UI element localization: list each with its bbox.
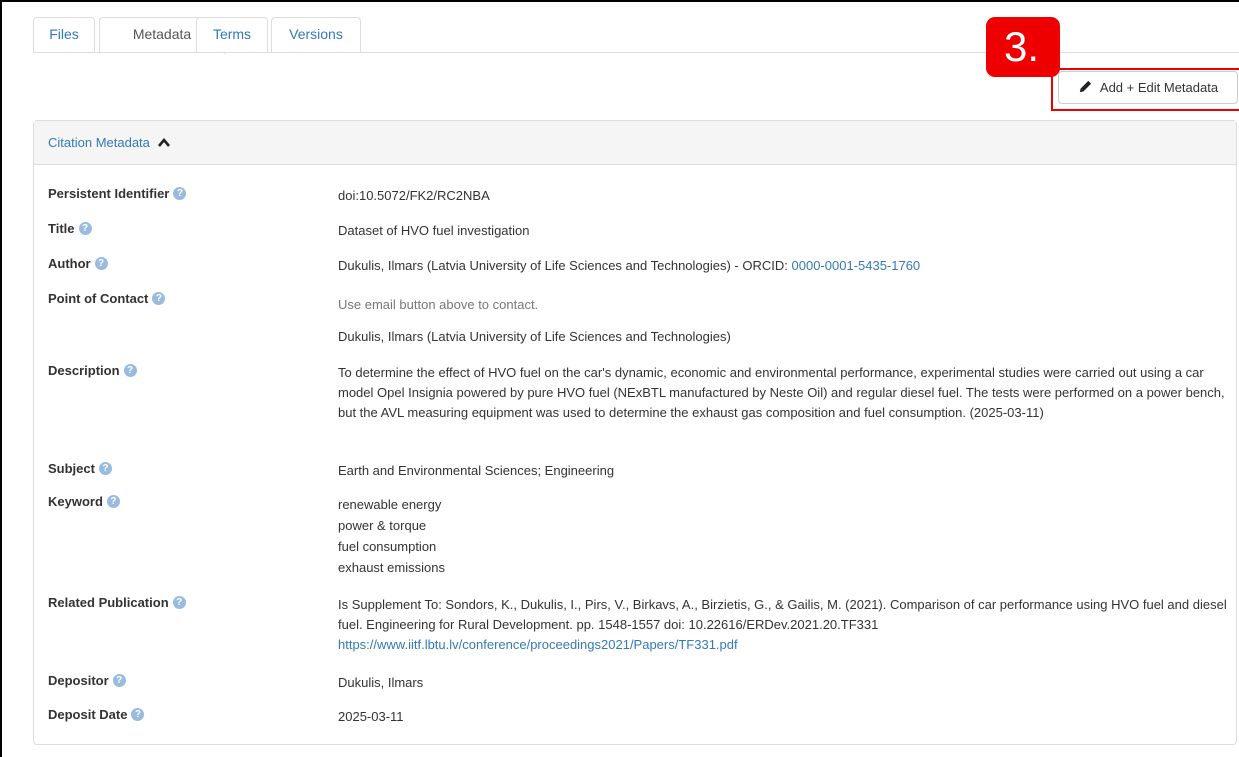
add-edit-metadata-button[interactable]: Add + Edit Metadata: [1058, 71, 1238, 104]
deposit-date-value: 2025-03-11: [338, 709, 404, 724]
citation-metadata-panel: Citation Metadata Persistent Identifier?…: [33, 120, 1237, 745]
contact-value: Dukulis, Ilmars (Latvia University of Li…: [338, 329, 731, 344]
persistent-identifier-value: doi:10.5072/FK2/RC2NBA: [338, 188, 490, 203]
question-circle-icon[interactable]: ?: [78, 222, 92, 235]
tab-files[interactable]: Files: [33, 17, 95, 52]
publication-link[interactable]: https://www.iitf.lbtu.lv/conference/proc…: [338, 637, 738, 652]
contact-note: Use email button above to contact.: [338, 297, 539, 312]
field-label: Description: [48, 363, 120, 378]
keyword-item: exhaust emissions: [338, 560, 445, 575]
question-circle-icon[interactable]: ?: [172, 596, 186, 609]
field-label: Keyword: [48, 494, 103, 509]
tab-versions[interactable]: Versions: [271, 17, 361, 52]
publication-citation: Is Supplement To: Sondors, K., Dukulis, …: [338, 597, 1227, 632]
description-value: To determine the effect of HVO fuel on t…: [338, 365, 1225, 420]
question-circle-icon[interactable]: ?: [123, 364, 137, 377]
question-circle-icon[interactable]: ?: [94, 257, 108, 270]
subject-value: Earth and Environmental Sciences; Engine…: [338, 463, 615, 478]
add-edit-metadata-label: Add + Edit Metadata: [1099, 80, 1219, 95]
keyword-item: power & torque: [338, 518, 427, 533]
related-publication-value: Is Supplement To: Sondors, K., Dukulis, …: [338, 595, 1228, 655]
tab-terms[interactable]: Terms: [196, 17, 268, 52]
keyword-item: renewable energy: [338, 497, 442, 512]
field-label: Subject: [48, 461, 95, 476]
field-label: Persistent Identifier: [48, 186, 170, 201]
field-label: Depositor: [48, 673, 109, 688]
orcid-link[interactable]: 0000-0001-5435-1760: [792, 258, 921, 273]
question-circle-icon[interactable]: ?: [98, 462, 112, 475]
question-circle-icon[interactable]: ?: [173, 187, 187, 200]
pencil-icon: [1078, 79, 1093, 97]
step-callout-badge: 3.: [986, 17, 1060, 77]
panel-title: Citation Metadata: [48, 135, 150, 150]
question-circle-icon[interactable]: ?: [152, 292, 166, 305]
depositor-value: Dukulis, Ilmars: [338, 675, 424, 690]
question-circle-icon[interactable]: ?: [112, 674, 126, 687]
field-label: Point of Contact: [48, 291, 149, 306]
citation-metadata-header[interactable]: Citation Metadata: [34, 121, 1236, 165]
author-value: Dukulis, Ilmars (Latvia University of Li…: [338, 256, 1228, 276]
title-value: Dataset of HVO fuel investigation: [338, 223, 530, 238]
chevron-up-icon: [157, 135, 170, 150]
field-label: Author: [48, 256, 91, 271]
author-name: Dukulis, Ilmars (Latvia University of Li…: [338, 258, 792, 273]
field-label: Deposit Date: [48, 707, 128, 722]
field-label: Related Publication: [48, 595, 169, 610]
question-circle-icon[interactable]: ?: [131, 708, 145, 721]
question-circle-icon[interactable]: ?: [106, 495, 120, 508]
keyword-list: renewable energy power & torque fuel con…: [338, 494, 1228, 578]
keyword-item: fuel consumption: [338, 539, 437, 554]
field-label: Title: [48, 221, 75, 236]
